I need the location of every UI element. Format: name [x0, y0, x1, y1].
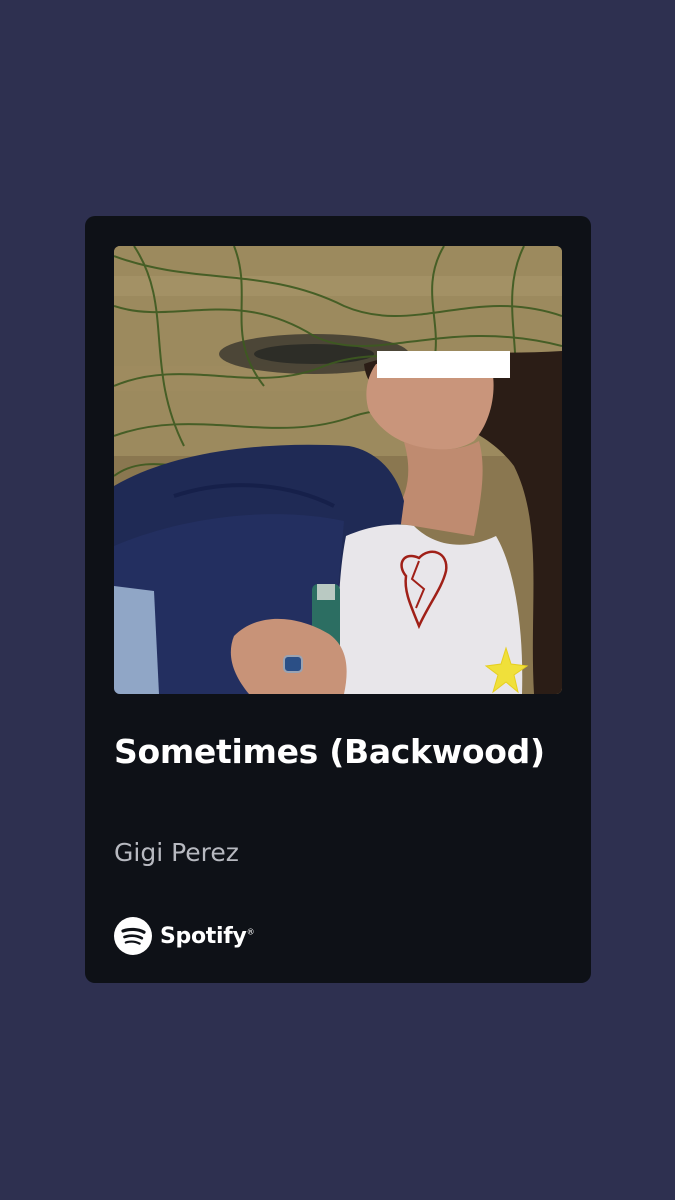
album-cover-image: [114, 246, 562, 694]
track-share-card[interactable]: Sometimes (Backwood) Gigi Perez Spotify®: [85, 216, 591, 983]
spotify-wordmark: Spotify®: [160, 923, 255, 949]
spotify-wordmark-text: Spotify: [160, 923, 247, 949]
spotify-branding[interactable]: Spotify®: [114, 916, 255, 956]
share-screen: Sometimes (Backwood) Gigi Perez Spotify®: [0, 0, 675, 1200]
spotify-logo-icon: [114, 917, 152, 955]
artist-name: Gigi Perez: [114, 838, 239, 867]
registered-mark: ®: [246, 927, 255, 937]
track-title: Sometimes (Backwood): [114, 732, 545, 771]
